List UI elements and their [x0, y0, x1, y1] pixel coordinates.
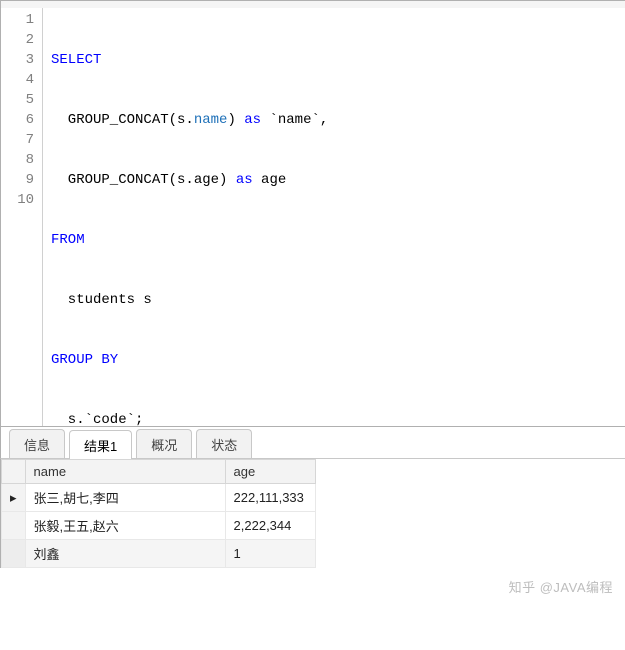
tab-结果1[interactable]: 结果1 [69, 430, 132, 459]
row-handle-header [2, 460, 26, 484]
kw-as: as [236, 172, 253, 188]
line-number: 9 [1, 170, 34, 190]
line-number: 6 [1, 110, 34, 130]
code-text: ) [227, 112, 244, 128]
code-text: age [253, 172, 287, 188]
kw-group-by: GROUP BY [51, 352, 118, 368]
code-area[interactable]: SELECT GROUP_CONCAT(s.name) as `name`, G… [43, 8, 625, 426]
window-top-border [0, 0, 625, 8]
line-number: 2 [1, 30, 34, 50]
row-marker [2, 512, 26, 540]
line-number: 3 [1, 50, 34, 70]
kw-select: SELECT [51, 52, 101, 68]
tab-概况[interactable]: 概况 [136, 429, 192, 458]
line-gutter: 12345678910 [1, 8, 43, 426]
line-number: 7 [1, 130, 34, 150]
code-text: `name`, [261, 112, 328, 128]
line-number: 8 [1, 150, 34, 170]
code-ident: name [194, 112, 228, 128]
kw-as: as [244, 112, 261, 128]
line-number: 10 [1, 190, 34, 210]
tab-状态[interactable]: 状态 [196, 429, 252, 458]
row-marker [2, 540, 26, 568]
tab-信息[interactable]: 信息 [9, 429, 65, 458]
sql-editor[interactable]: 12345678910 SELECT GROUP_CONCAT(s.name) … [0, 8, 625, 426]
code-text: GROUP_CONCAT(s.age) [51, 172, 236, 188]
line-number: 5 [1, 90, 34, 110]
kw-from: FROM [51, 232, 85, 248]
line-number: 1 [1, 10, 34, 30]
code-text: s.`code`; [51, 412, 143, 428]
line-number: 4 [1, 70, 34, 90]
row-marker: ▸ [2, 484, 26, 512]
code-text: GROUP_CONCAT(s. [51, 112, 194, 128]
code-text: students s [51, 292, 152, 308]
